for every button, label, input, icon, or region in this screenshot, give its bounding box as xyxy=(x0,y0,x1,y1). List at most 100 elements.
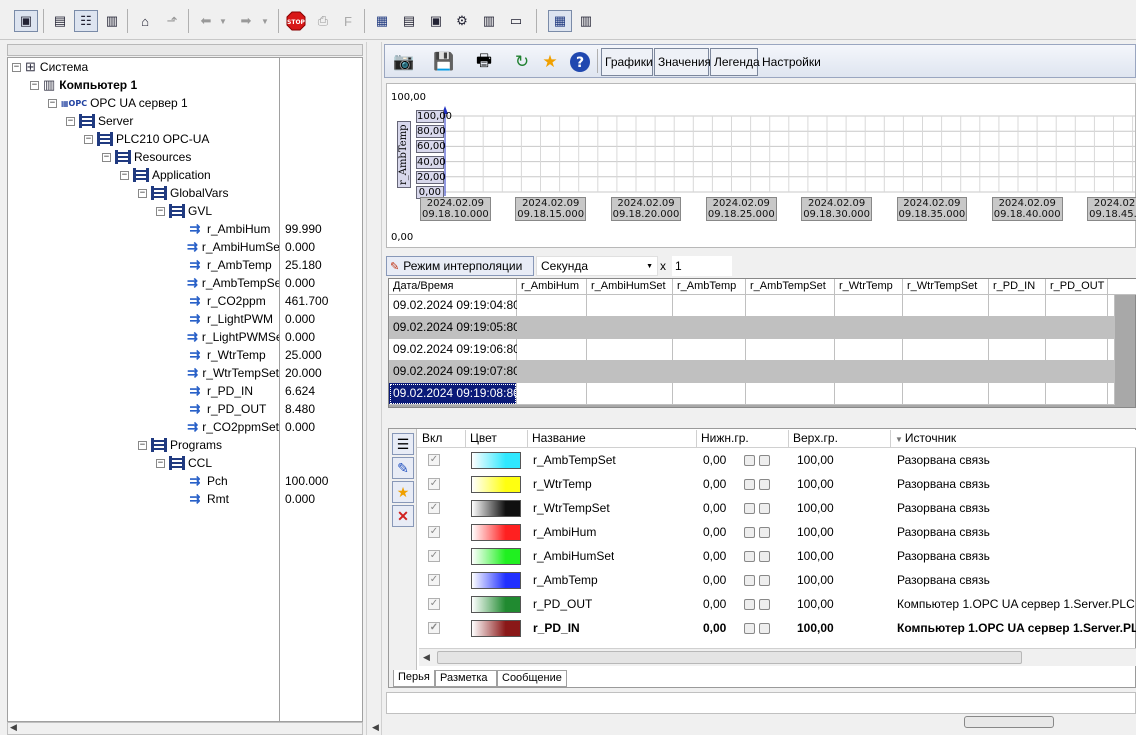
scroll-thumb[interactable] xyxy=(437,651,1022,664)
rack-select-icon[interactable]: ▦ xyxy=(548,10,572,32)
pen-low-lock-icon[interactable] xyxy=(759,551,770,562)
grid-value-cell[interactable] xyxy=(587,383,673,405)
save-icon[interactable]: 💾 xyxy=(431,49,457,75)
pens-header-cell[interactable]: Нижн.гр. xyxy=(697,430,789,447)
filter-icon[interactable]: F xyxy=(336,10,360,32)
pen-row[interactable]: ✓ r_WtrTemp 0,00 100,00 Разорвана связь xyxy=(417,472,1136,496)
pens-header-cell[interactable]: Верх.гр. xyxy=(789,430,891,447)
pen-low-lock-icon[interactable] xyxy=(759,599,770,610)
tree-item[interactable]: ⇉ r_LightPWM xyxy=(187,310,279,328)
calc-icon[interactable]: ▤ xyxy=(397,10,421,32)
back-dropdown-icon[interactable]: ▼ xyxy=(216,10,230,32)
pens-hscrollbar[interactable]: ◀ xyxy=(419,648,1136,666)
grid-time-cell[interactable]: 09.02.2024 09:19:05:806 xyxy=(389,317,526,339)
pens-header-cell[interactable]: Вкл xyxy=(418,430,466,447)
pen-enabled-checkbox[interactable]: ✓ xyxy=(428,454,440,466)
grid-value-cell[interactable] xyxy=(746,339,835,361)
grid-value-cell[interactable] xyxy=(903,383,989,405)
tree-hscrollbar[interactable]: ◀ xyxy=(7,722,363,735)
grid-value-cell[interactable] xyxy=(1046,339,1108,361)
camera-icon[interactable]: 📷 xyxy=(391,49,417,75)
grid-header-cell[interactable]: r_WtrTemp xyxy=(835,279,903,295)
tree-item[interactable]: ⇉ Rmt xyxy=(187,490,279,508)
forward-dropdown-icon[interactable]: ▼ xyxy=(258,10,272,32)
grid-value-cell[interactable] xyxy=(587,317,673,339)
pen-low-lock-icon[interactable] xyxy=(759,527,770,538)
tab-legend[interactable]: Легенда xyxy=(710,48,760,76)
tree-item[interactable]: Resources xyxy=(115,148,279,166)
scroll-left-icon[interactable]: ◀ xyxy=(10,722,17,733)
tree-collapse-icon[interactable]: − xyxy=(48,99,57,108)
grid-header-cell[interactable]: Дата/Время xyxy=(389,279,517,295)
pen-color-swatch[interactable] xyxy=(471,476,521,493)
grid-value-cell[interactable] xyxy=(835,361,903,383)
grid-value-cell[interactable] xyxy=(989,295,1046,317)
pen-enabled-checkbox[interactable]: ✓ xyxy=(428,550,440,562)
pens-bottom-tab[interactable]: Сообщение xyxy=(497,670,567,687)
book2-icon[interactable]: ▥ xyxy=(574,10,598,32)
grid-value-cell[interactable] xyxy=(835,383,903,405)
grid-value-cell[interactable] xyxy=(673,361,746,383)
pen-low-edit-icon[interactable] xyxy=(744,479,755,490)
multiplier-input[interactable]: 1 xyxy=(672,256,732,276)
interpolation-mode-button[interactable]: ✎ Режим интерполяции xyxy=(386,256,534,276)
grid-value-cell[interactable] xyxy=(1046,383,1108,405)
window-icon[interactable]: ▤ xyxy=(48,10,72,32)
grid-value-cell[interactable] xyxy=(835,339,903,361)
pen-enabled-checkbox[interactable]: ✓ xyxy=(428,598,440,610)
grid-value-cell[interactable] xyxy=(587,295,673,317)
pen-low-edit-icon[interactable] xyxy=(744,551,755,562)
pens-bottom-tab[interactable]: Перья xyxy=(393,670,435,687)
grid-value-cell[interactable] xyxy=(587,339,673,361)
grid-value-cell[interactable] xyxy=(989,361,1046,383)
tree-collapse-icon[interactable]: − xyxy=(84,135,93,144)
pen-low-edit-icon[interactable] xyxy=(744,527,755,538)
pen-color-swatch[interactable] xyxy=(471,620,521,637)
grid-value-cell[interactable] xyxy=(903,339,989,361)
tree-collapse-icon[interactable]: − xyxy=(102,153,111,162)
grid-header-cell[interactable]: r_AmbiHum xyxy=(517,279,587,295)
grid-value-cell[interactable] xyxy=(1046,361,1108,383)
tree-item[interactable]: ⇉ r_AmbiHum xyxy=(187,220,279,238)
pen-color-swatch[interactable] xyxy=(471,524,521,541)
tree-item[interactable]: CCL xyxy=(169,454,279,472)
tree-item[interactable]: ⇉ Pch xyxy=(187,472,279,490)
monitor-icon[interactable]: ▣ xyxy=(424,10,448,32)
pen-list-icon[interactable]: ☰ xyxy=(392,433,414,455)
scroll-left-icon[interactable]: ◀ xyxy=(372,722,379,733)
grid-value-cell[interactable] xyxy=(746,383,835,405)
star-icon[interactable]: ★ xyxy=(537,49,563,75)
grid-value-cell[interactable] xyxy=(903,317,989,339)
tree-collapse-icon[interactable]: − xyxy=(156,207,165,216)
tree-item[interactable]: ⇉ r_WtrTempSet xyxy=(187,364,279,382)
pen-low-edit-icon[interactable] xyxy=(744,623,755,634)
grid-value-cell[interactable] xyxy=(989,339,1046,361)
pen-low-lock-icon[interactable] xyxy=(759,479,770,490)
pen-color-swatch[interactable] xyxy=(471,548,521,565)
grid-value-cell[interactable] xyxy=(673,317,746,339)
tree-item[interactable]: ▦OPC OPC UA сервер 1 xyxy=(61,94,279,112)
stop-icon[interactable]: STOP xyxy=(284,10,308,32)
grid-time-cell[interactable]: 09.02.2024 09:19:06:806 xyxy=(389,339,526,361)
tree-item[interactable]: ⇉ r_PD_IN xyxy=(187,382,279,400)
grid-time-cell[interactable]: 09.02.2024 09:19:08:806 xyxy=(389,383,526,405)
pens-header-cell[interactable]: Название xyxy=(528,430,697,447)
grid-value-cell[interactable] xyxy=(835,317,903,339)
pen-enabled-checkbox[interactable]: ✓ xyxy=(428,622,440,634)
grid-value-cell[interactable] xyxy=(989,317,1046,339)
grid-time-cell[interactable]: 09.02.2024 09:19:04:806 xyxy=(389,295,526,317)
home-icon[interactable]: ⌂ xyxy=(133,10,157,32)
pen-color-swatch[interactable] xyxy=(471,596,521,613)
tree-item[interactable]: ▥ Компьютер 1 xyxy=(43,76,279,94)
pen-low-lock-icon[interactable] xyxy=(759,503,770,514)
settings-icon[interactable]: ⚙ xyxy=(450,10,474,32)
grid-value-cell[interactable] xyxy=(673,295,746,317)
tree-item[interactable]: ⇉ r_WtrTemp xyxy=(187,346,279,364)
tree-item[interactable]: GVL xyxy=(169,202,279,220)
interval-unit-select[interactable]: Секунда ▼ xyxy=(536,256,658,276)
tree-collapse-icon[interactable]: − xyxy=(138,441,147,450)
pen-edit-icon[interactable]: ✎ xyxy=(392,457,414,479)
up-icon[interactable]: ⬏ xyxy=(160,10,184,32)
pen-row[interactable]: ✓ r_AmbiHum 0,00 100,00 Разорвана связь xyxy=(417,520,1136,544)
tree-item[interactable]: ⇉ r_CO2ppm xyxy=(187,292,279,310)
